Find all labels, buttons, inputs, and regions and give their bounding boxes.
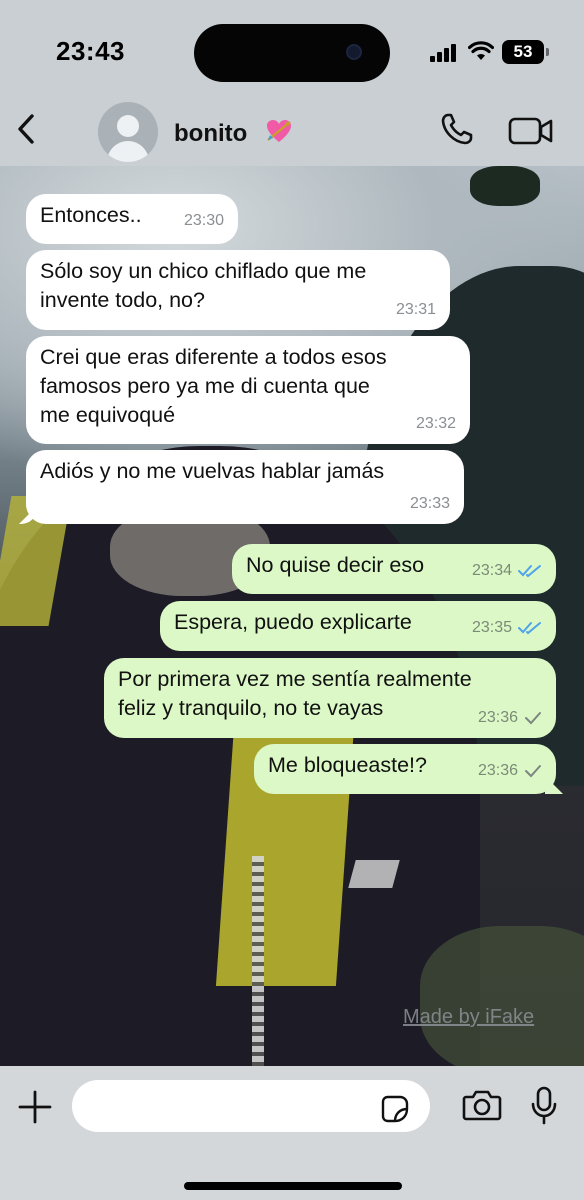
message-text: Crei que eras diferente a todos esos <box>40 345 387 369</box>
message-time: 23:32 <box>415 415 456 432</box>
message-bubble-incoming[interactable]: Entonces.. 23:30 <box>26 194 238 244</box>
message-input[interactable] <box>72 1080 430 1132</box>
message-text: invente todo, no? <box>40 288 205 312</box>
battery-indicator: 53 <box>502 40 549 64</box>
status-time: 23:43 <box>56 36 125 66</box>
wifi-icon <box>468 41 494 60</box>
contact-name[interactable]: bonito <box>174 120 247 148</box>
dynamic-island <box>194 24 390 82</box>
video-call-icon[interactable] <box>508 116 554 146</box>
message-text: famosos pero ya me di cuenta que <box>40 374 370 398</box>
double-check-read-icon <box>518 564 541 577</box>
message-time: 23:35 <box>471 619 512 636</box>
message-text: Por primera vez me sentía realmente <box>118 667 472 691</box>
chat-header: bonito <box>0 90 584 166</box>
message-time: 23:34 <box>471 562 512 579</box>
single-check-sent-icon <box>525 711 541 724</box>
message-text: me equivoqué <box>40 403 176 427</box>
status-bar: 23:43 53 <box>0 0 584 90</box>
watermark: Made by iFake <box>403 1006 535 1028</box>
composer-bar <box>0 1066 584 1200</box>
wallpaper-logo <box>348 860 400 888</box>
message-bubble-outgoing[interactable]: No quise decir eso 23:34 <box>232 544 556 594</box>
message-time: 23:30 <box>183 212 224 229</box>
back-arrow-icon[interactable] <box>14 112 38 146</box>
message-text: Sólo soy un chico chiflado que me <box>40 259 367 283</box>
message-bubble-incoming[interactable]: Crei que eras diferente a todos esos fam… <box>26 336 470 444</box>
camera-icon[interactable] <box>462 1088 502 1122</box>
single-check-sent-icon <box>525 764 541 777</box>
top-bar: 23:43 53 bonito <box>0 0 584 166</box>
plus-icon[interactable] <box>18 1090 52 1124</box>
wallpaper-plants <box>420 926 584 1066</box>
message-time: 23:33 <box>409 495 450 512</box>
message-bubble-incoming[interactable]: Adiós y no me vuelvas hablar jamás 23:33 <box>26 450 464 524</box>
contact-avatar[interactable] <box>98 102 158 162</box>
home-indicator[interactable] <box>184 1182 402 1190</box>
message-bubble-outgoing[interactable]: Me bloqueaste!? 23:36 <box>254 744 556 794</box>
voice-call-icon[interactable] <box>440 112 474 146</box>
message-bubble-outgoing[interactable]: Por primera vez me sentía realmente feli… <box>104 658 556 738</box>
message-bubble-outgoing[interactable]: Espera, puedo explicarte 23:35 <box>160 601 556 651</box>
sticker-icon[interactable] <box>380 1094 410 1124</box>
cellular-signal-icon <box>430 42 460 62</box>
message-time: 23:36 <box>477 709 518 726</box>
message-text: Adiós y no me vuelvas hablar jamás <box>40 459 385 483</box>
heart-with-arrow-emoji-icon <box>267 120 291 142</box>
message-time: 23:36 <box>477 762 518 779</box>
double-check-read-icon <box>518 621 541 634</box>
wallpaper-zipper <box>252 856 264 1066</box>
message-bubble-incoming[interactable]: Sólo soy un chico chiflado que me invent… <box>26 250 450 330</box>
front-camera-icon <box>346 44 362 60</box>
chat-area[interactable]: Entonces.. 23:30 Sólo soy un chico chifl… <box>0 166 584 1066</box>
wallpaper-tree <box>470 166 540 206</box>
message-time: 23:31 <box>395 301 436 318</box>
microphone-icon[interactable] <box>530 1086 558 1126</box>
